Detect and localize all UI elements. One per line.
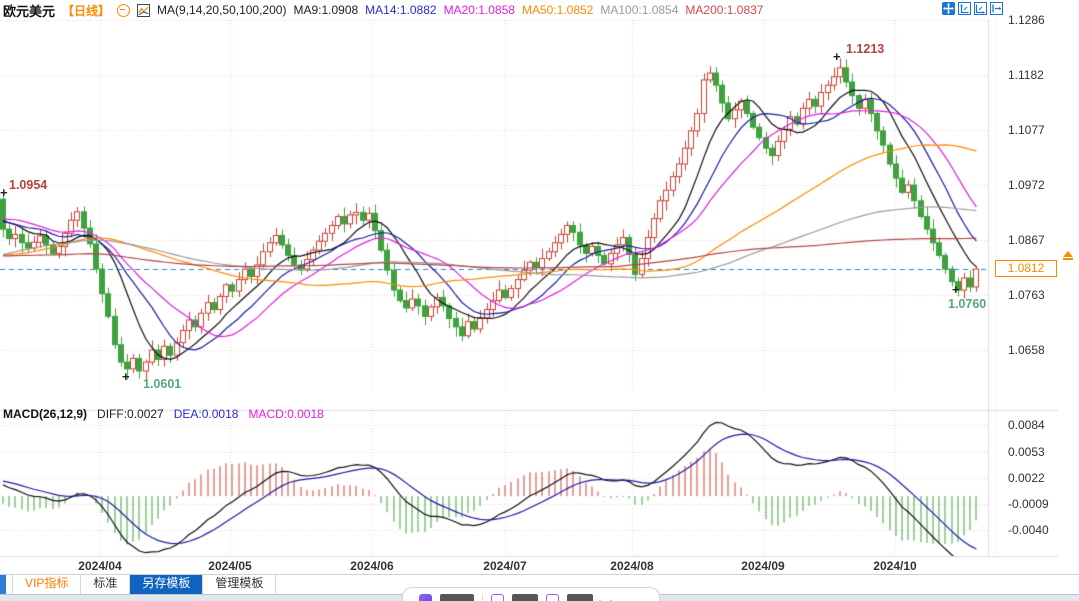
price-axis-tick: 1.1286 — [1008, 13, 1045, 27]
ma20-value: MA20:1.0858 — [444, 3, 515, 17]
trading-chart-window: 欧元美元 【日线】 MA(9,14,20,50,100,200) MA9:1.0… — [0, 0, 1079, 601]
low-marker-cross: + — [122, 372, 130, 382]
high-left-label: 1.0954 — [9, 178, 47, 192]
low-left-label: 1.0601 — [143, 377, 181, 391]
ma50-value: MA50:1.0852 — [522, 3, 593, 17]
macd-axis-tick: 0.0084 — [1008, 418, 1045, 432]
macd-diff-value: DIFF:0.0027 — [97, 407, 164, 421]
pan-right-icon[interactable] — [990, 2, 1003, 15]
month-label: 2024/09 — [741, 559, 784, 573]
x-axis-adjust-icon[interactable] — [974, 2, 987, 15]
pan-icon[interactable] — [942, 2, 955, 15]
month-label: 2024/10 — [873, 559, 916, 573]
month-label: 2024/04 — [78, 559, 121, 573]
tab-vip-indicators[interactable]: VIP指标 — [12, 575, 81, 594]
chart-header: 欧元美元 【日线】 MA(9,14,20,50,100,200) MA9:1.0… — [3, 2, 763, 18]
tab-standard[interactable]: 标准 — [81, 575, 130, 594]
toolbar-divider — [482, 594, 483, 601]
ma100-value: MA100:1.0854 — [600, 3, 678, 17]
macd-axis-tick: 0.0022 — [1008, 471, 1045, 485]
toolbar-outline-icon-1[interactable] — [491, 594, 504, 601]
toolbar-chevron-icon[interactable] — [599, 594, 612, 601]
month-label: 2024/05 — [208, 559, 251, 573]
price-axis-tick: 1.0867 — [1008, 233, 1045, 247]
macd-dea-value: DEA:0.0018 — [174, 407, 239, 421]
timeframe-label[interactable]: 【日线】 — [62, 2, 110, 19]
low-right-label: 1.0760 — [948, 297, 986, 311]
chart-toolbar — [942, 2, 1003, 15]
toolbar-label-clipped — [567, 594, 593, 601]
current-price-badge: 1.0812 — [995, 260, 1057, 277]
price-macd-chart-canvas[interactable] — [0, 0, 1079, 601]
scroll-to-latest-icon[interactable] — [1063, 251, 1074, 260]
tab-manage-template[interactable]: 管理模板 — [203, 575, 276, 594]
price-axis-tick: 1.1182 — [1008, 68, 1044, 82]
y-axis-adjust-icon[interactable] — [958, 2, 971, 15]
macd-axis-tick: 0.0053 — [1008, 445, 1045, 459]
month-label: 2024/08 — [610, 559, 653, 573]
collapse-icon[interactable] — [117, 4, 130, 17]
macd-header: MACD(26,12,9) DIFF:0.0027 DEA:0.0018 MAC… — [3, 407, 324, 421]
high-marker-cross: + — [0, 188, 8, 198]
high-marker-cross: + — [833, 52, 841, 62]
high-right-label: 1.1213 — [846, 42, 884, 56]
macd-axis-tick: -0.0009 — [1008, 497, 1049, 511]
macd-macd-value: MACD:0.0018 — [248, 407, 323, 421]
toolbar-label-clipped — [512, 594, 538, 601]
ma-settings-label: MA(9,14,20,50,100,200) — [157, 3, 286, 17]
toolbar-outline-icon-2[interactable] — [546, 594, 559, 601]
ma200-value: MA200:1.0837 — [685, 3, 763, 17]
toolbar-purple-app-icon[interactable] — [419, 594, 432, 601]
floating-toolbar[interactable] — [402, 587, 660, 601]
ma14-value: MA14:1.0882 — [365, 3, 436, 17]
toolbar-label-clipped — [440, 594, 474, 601]
tab-scroll-icon[interactable] — [0, 575, 6, 594]
price-axis-tick: 1.0658 — [1008, 343, 1045, 357]
macd-title: MACD(26,12,9) — [3, 407, 87, 421]
low-marker-cross: + — [952, 285, 960, 295]
month-label: 2024/06 — [350, 559, 393, 573]
chart-type-icon[interactable] — [137, 4, 150, 17]
symbol-name: 欧元美元 — [3, 1, 55, 20]
price-axis-tick: 1.0972 — [1008, 178, 1045, 192]
month-label: 2024/07 — [483, 559, 526, 573]
ma9-value: MA9:1.0908 — [293, 3, 358, 17]
price-axis-tick: 1.0763 — [1008, 288, 1045, 302]
tab-save-template[interactable]: 另存模板 — [130, 575, 203, 594]
price-axis-tick: 1.1077 — [1008, 123, 1045, 137]
macd-axis-tick: -0.0040 — [1008, 523, 1049, 537]
